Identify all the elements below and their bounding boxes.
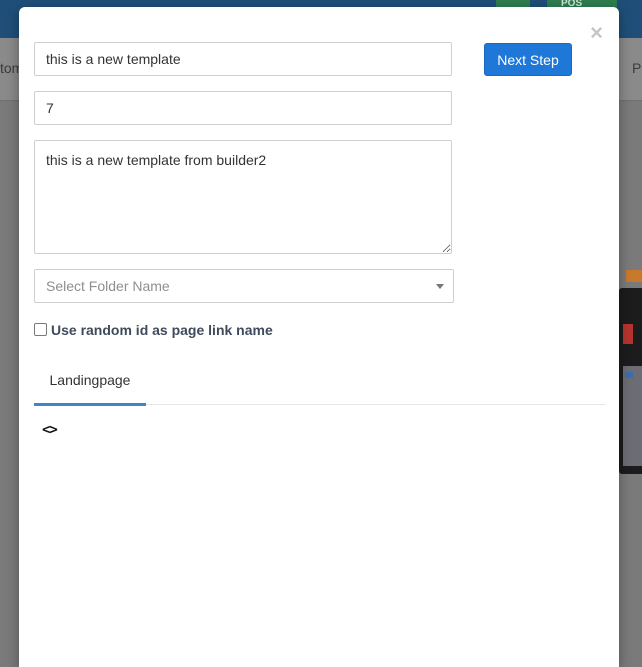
description-textarea[interactable]: this is a new template from builder2 <box>34 140 452 254</box>
random-id-label[interactable]: Use random id as page link name <box>51 322 273 338</box>
chevron-down-icon <box>436 284 444 289</box>
folder-select[interactable]: Select Folder Name <box>34 269 454 303</box>
tab-landingpage[interactable]: Landingpage <box>34 363 146 406</box>
number-input[interactable] <box>34 91 452 125</box>
template-name-input[interactable] <box>34 42 452 76</box>
next-step-button[interactable]: Next Step <box>484 43 572 76</box>
random-id-option[interactable]: Use random id as page link name <box>34 321 273 339</box>
background-thumbnail <box>619 288 642 474</box>
background-right-text: P <box>632 60 642 76</box>
background-badge <box>626 270 642 282</box>
close-icon[interactable]: × <box>590 22 603 44</box>
random-id-checkbox[interactable] <box>34 323 47 336</box>
folder-select-placeholder: Select Folder Name <box>46 278 170 294</box>
template-modal: × Next Step this is a new template from … <box>19 7 619 667</box>
code-icon[interactable]: <> <box>42 422 58 438</box>
page-tabs: Landingpage <box>34 363 606 406</box>
